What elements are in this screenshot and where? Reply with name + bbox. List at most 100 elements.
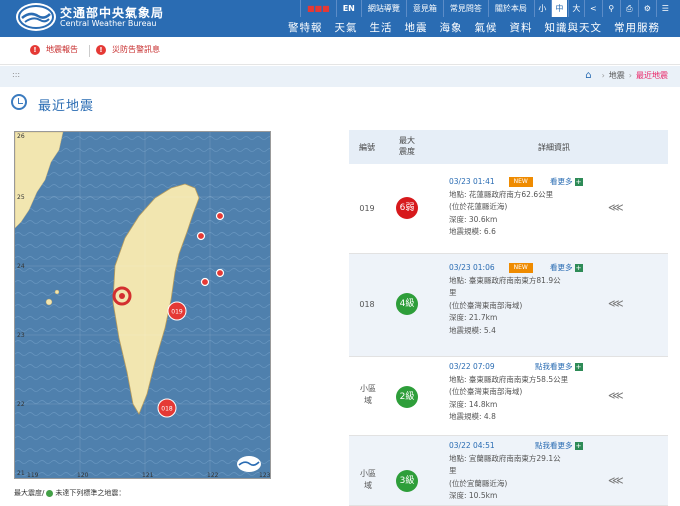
table-row[interactable]: 小區域 2級 03/22 07:09 地點: 臺東縣政府南南東方58.5公里 (… xyxy=(349,357,668,436)
event-location-cont: 里 xyxy=(449,288,457,297)
page-title: 最近地震 xyxy=(38,99,95,114)
settings-icon[interactable]: ⚙ xyxy=(637,0,656,17)
event-depth: 深度: 21.7km xyxy=(449,313,498,322)
event-time: 03/23 01:06 xyxy=(449,263,495,272)
share-icon[interactable]: ⋘ xyxy=(608,474,624,487)
chevron-right-icon: › xyxy=(628,71,632,80)
earthquake-table: 編號 最大 震度 詳細資訊 019 6弱 03/23 01:41 NEW 地點: … xyxy=(349,130,668,506)
see-more-link[interactable]: 點我看更多 + xyxy=(535,440,583,451)
breadcrumb-current: 最近地震 xyxy=(636,71,668,80)
event-id: 小區域 xyxy=(360,384,376,405)
clock-icon xyxy=(11,94,27,110)
nav-services[interactable]: 常用服務 xyxy=(614,19,660,37)
event-magnitude: 地震規模: 5.4 xyxy=(449,325,496,335)
event-location-note: (位於花蓮縣近海) xyxy=(449,202,508,211)
event-location: 地點: 宜蘭縣政府南南東方29.1公 xyxy=(449,453,561,463)
y-tick: 24 xyxy=(17,263,25,270)
cwb-logo[interactable] xyxy=(16,3,56,31)
col-id: 編號 xyxy=(359,143,375,152)
red-link[interactable]: ■■■ xyxy=(300,0,336,17)
intensity-badge: 4級 xyxy=(396,293,418,315)
new-badge: NEW xyxy=(508,177,533,187)
intensity-badge: 6弱 xyxy=(396,197,418,219)
table-row[interactable]: 小區域 3級 03/22 04:51 地點: 宜蘭縣政府南南東方29.1公 里 … xyxy=(349,436,668,506)
intensity-badge: 3級 xyxy=(396,470,418,492)
event-depth: 深度: 10.5km xyxy=(449,491,498,500)
earthquake-map[interactable]: 019 018 26 25 24 23 22 21 119 120 121 12… xyxy=(14,131,271,479)
event-id: 小區域 xyxy=(360,469,376,490)
menu-icon[interactable]: ☰ xyxy=(655,0,674,17)
see-more-link[interactable]: 點我看更多 + xyxy=(535,361,583,372)
share-icon[interactable]: ⋘ xyxy=(608,201,624,214)
nav-data[interactable]: 資料 xyxy=(510,19,533,37)
col-details: 詳細資訊 xyxy=(538,143,570,152)
breadcrumb: ::: ⌂ › 地震 › 最近地震 xyxy=(0,66,680,87)
divider xyxy=(89,45,90,57)
alert-disaster-message[interactable]: ! 災防告警訊息 xyxy=(96,44,160,55)
green-dot-icon xyxy=(46,489,54,497)
feedback-link[interactable]: 意見箱 xyxy=(405,0,443,17)
nav-life[interactable]: 生活 xyxy=(370,19,393,37)
nav-knowledge[interactable]: 知識與天文 xyxy=(545,19,603,37)
event-depth: 深度: 14.8km xyxy=(449,399,498,409)
plus-icon: + xyxy=(574,442,583,450)
alert-icon: ! xyxy=(96,44,106,55)
event-location: 地點: 花蓮縣政府南方62.6公里 xyxy=(449,189,554,199)
y-tick: 21 xyxy=(17,470,25,477)
event-location-cont: 里 xyxy=(449,466,457,475)
alert-bar: ! 地震報告 ! 災防告警訊息 xyxy=(0,37,680,65)
faq-link[interactable]: 常見問答 xyxy=(442,0,488,17)
map-marker-019: 019 xyxy=(171,309,183,316)
breadcrumb-dots: ::: xyxy=(12,70,21,79)
font-size-medium[interactable]: 中 xyxy=(550,0,567,17)
font-size-small[interactable]: 小 xyxy=(533,0,550,17)
legend-suffix: 未達下列標準之地震： xyxy=(55,489,126,497)
x-tick: 120 xyxy=(77,472,89,479)
font-size-large[interactable]: 大 xyxy=(567,0,584,17)
y-tick: 23 xyxy=(17,332,25,339)
share-icon[interactable]: ⋘ xyxy=(608,297,624,310)
about-link[interactable]: 關於本局 xyxy=(487,0,533,17)
table-row[interactable]: 018 4級 03/23 01:06 NEW 地點: 臺東縣政府南南東方81.9公… xyxy=(349,254,668,357)
lang-en-link[interactable]: EN xyxy=(335,0,361,17)
col-intensity: 最大 震度 xyxy=(399,136,415,156)
nav-earthquake[interactable]: 地震 xyxy=(405,19,428,37)
table-row[interactable]: 019 6弱 03/23 01:41 NEW 地點: 花蓮縣政府南方62.6公里 … xyxy=(349,164,668,254)
table-header: 編號 最大 震度 詳細資訊 xyxy=(349,130,668,164)
intensity-badge: 2級 xyxy=(396,386,418,408)
see-more-link[interactable]: 看更多 + xyxy=(550,262,583,273)
print-icon[interactable]: ⎙ xyxy=(619,0,638,17)
search-icon[interactable]: ⚲ xyxy=(601,0,620,17)
y-tick: 25 xyxy=(17,194,25,201)
x-tick: 119 xyxy=(27,472,39,479)
y-tick: 26 xyxy=(17,133,25,140)
x-tick: 122 xyxy=(207,472,219,479)
x-tick: 123 xyxy=(259,472,271,479)
alert-earthquake-report[interactable]: ! 地震報告 xyxy=(30,44,78,55)
brand-name-en: Central Weather Bureau xyxy=(60,19,157,28)
alert-label: 災防告警訊息 xyxy=(112,45,160,54)
event-location: 地點: 臺東縣政府南南東方58.5公里 xyxy=(449,374,569,384)
nav-marine[interactable]: 海象 xyxy=(440,19,463,37)
event-details: 03/23 01:06 NEW 地點: 臺東縣政府南南東方81.9公 里 (位於臺… xyxy=(449,262,599,337)
event-depth: 深度: 30.6km xyxy=(449,214,498,224)
nav-warnings[interactable]: 警特報 xyxy=(288,19,323,37)
chevron-right-icon: › xyxy=(601,71,605,80)
share-icon[interactable]: < xyxy=(583,0,602,17)
event-magnitude: 地震規模: 6.6 xyxy=(449,227,496,236)
plus-icon: + xyxy=(574,178,583,186)
plus-icon: + xyxy=(574,264,583,272)
event-id: 018 xyxy=(359,300,375,309)
sitemap-link[interactable]: 網站導覽 xyxy=(360,0,406,17)
event-time: 03/23 01:41 xyxy=(449,177,495,186)
breadcrumb-earthquake[interactable]: 地震 xyxy=(609,70,625,81)
home-icon[interactable]: ⌂ xyxy=(585,70,591,81)
share-icon[interactable]: ⋘ xyxy=(608,389,624,402)
see-more-link[interactable]: 看更多 + xyxy=(550,176,583,187)
y-tick: 22 xyxy=(17,401,25,408)
nav-weather[interactable]: 天氣 xyxy=(335,19,358,37)
legend-prefix: 最大震度/ xyxy=(14,489,45,497)
main-nav: 警特報 天氣 生活 地震 海象 氣候 資料 知識與天文 常用服務 xyxy=(276,19,660,37)
new-badge: NEW xyxy=(508,263,533,273)
nav-climate[interactable]: 氣候 xyxy=(475,19,498,37)
